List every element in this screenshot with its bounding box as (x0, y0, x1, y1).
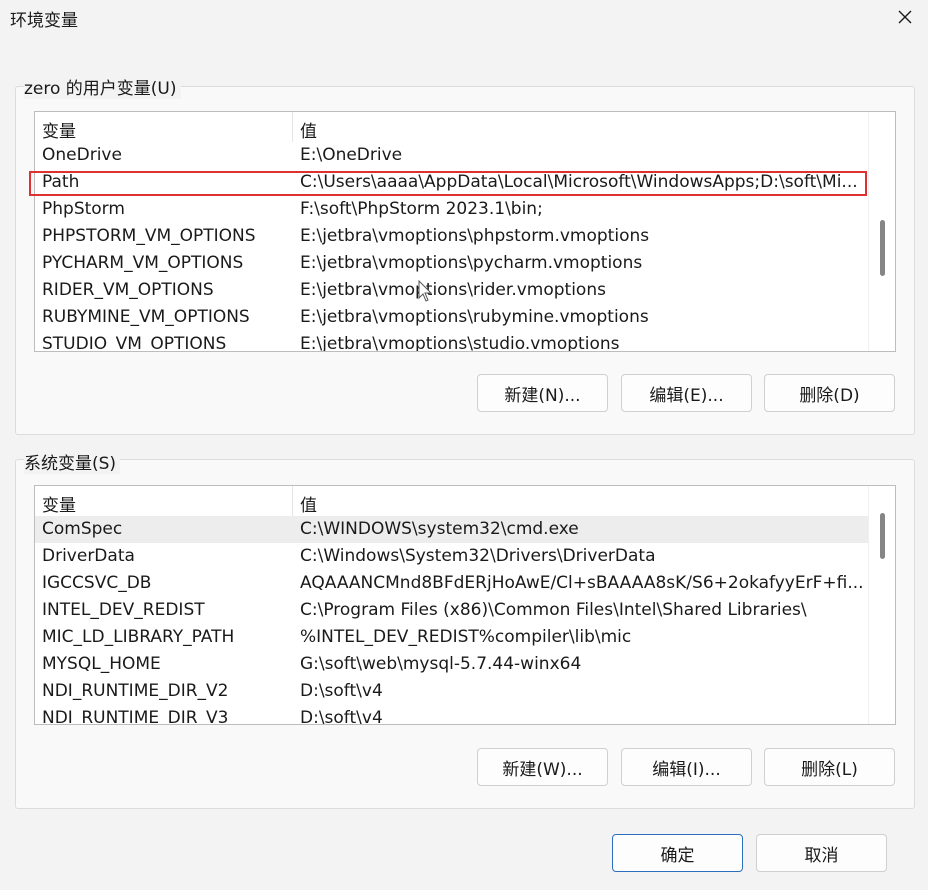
user-delete-button[interactable]: 删除(D) (764, 374, 895, 412)
vertical-scrollbar[interactable] (868, 486, 895, 724)
cancel-button[interactable]: 取消 (756, 834, 887, 872)
variable-name: PYCHARM_VM_OPTIONS (42, 253, 244, 273)
system-delete-button[interactable]: 删除(L) (764, 748, 895, 786)
table-row[interactable]: MYSQL_HOME G:\soft\web\mysql-5.7.44-winx… (35, 651, 869, 678)
column-divider[interactable] (292, 112, 293, 142)
variable-value: C:\Windows\System32\Drivers\DriverData (300, 546, 656, 566)
user-variables-label: zero 的用户变量(U) (24, 74, 181, 99)
column-header-value[interactable]: 值 (300, 491, 317, 516)
variable-value: G:\soft\web\mysql-5.7.44-winx64 (300, 654, 582, 674)
variable-value: E:\jetbra\vmoptions\rider.vmoptions (300, 280, 606, 300)
table-row[interactable]: PhpStorm F:\soft\PhpStorm 2023.1\bin; (35, 196, 869, 223)
variable-name: RIDER_VM_OPTIONS (42, 280, 214, 300)
table-row[interactable]: STUDIO_VM_OPTIONS E:\jetbra\vmoptions\st… (35, 331, 869, 352)
variable-value: E:\jetbra\vmoptions\rubymine.vmoptions (300, 307, 649, 327)
system-variables-list[interactable]: 变量 值 ComSpec C:\WINDOWS\system32\cmd.exe… (34, 485, 896, 725)
table-row[interactable]: PHPSTORM_VM_OPTIONS E:\jetbra\vmoptions\… (35, 223, 869, 250)
variable-name: NDI_RUNTIME_DIR_V2 (42, 681, 229, 701)
table-row-selected[interactable]: ComSpec C:\WINDOWS\system32\cmd.exe (35, 516, 869, 543)
close-icon (898, 10, 912, 24)
window-title: 环境变量 (10, 11, 78, 31)
table-row[interactable]: NDI_RUNTIME_DIR_V2 D:\soft\v4 (35, 678, 869, 705)
system-variables-rows: ComSpec C:\WINDOWS\system32\cmd.exe Driv… (35, 516, 869, 725)
variable-value: E:\jetbra\vmoptions\studio.vmoptions (300, 334, 620, 352)
variable-value: C:\WINDOWS\system32\cmd.exe (300, 519, 579, 539)
variable-value: F:\soft\PhpStorm 2023.1\bin; (300, 199, 543, 219)
list-header: 变量 值 (35, 112, 869, 142)
table-row[interactable]: RIDER_VM_OPTIONS E:\jetbra\vmoptions\rid… (35, 277, 869, 304)
column-header-value[interactable]: 值 (300, 117, 317, 142)
title-bar: 环境变量 (0, 0, 928, 36)
table-row-path[interactable]: Path C:\Users\aaaa\AppData\Local\Microso… (35, 169, 869, 196)
table-row[interactable]: OneDrive E:\OneDrive (35, 142, 869, 169)
variable-name: ComSpec (42, 519, 123, 539)
variable-name: IGCCSVC_DB (42, 573, 152, 593)
variable-name: DriverData (42, 546, 135, 566)
scrollbar-thumb[interactable] (880, 513, 885, 559)
table-row[interactable]: RUBYMINE_VM_OPTIONS E:\jetbra\vmoptions\… (35, 304, 869, 331)
variable-value: C:\Program Files (x86)\Common Files\Inte… (300, 600, 807, 620)
user-edit-button[interactable]: 编辑(E)... (621, 374, 752, 412)
table-row[interactable]: PYCHARM_VM_OPTIONS E:\jetbra\vmoptions\p… (35, 250, 869, 277)
table-row[interactable]: NDI_RUNTIME_DIR_V3 D:\soft\v4 (35, 705, 869, 725)
user-variables-list[interactable]: 变量 值 OneDrive E:\OneDrive Path C:\Users\… (34, 111, 896, 352)
system-new-button[interactable]: 新建(W)... (477, 748, 608, 786)
variable-name: Path (42, 172, 80, 192)
variable-name: PHPSTORM_VM_OPTIONS (42, 226, 256, 246)
variable-value: E:\OneDrive (300, 145, 403, 165)
list-header: 变量 值 (35, 486, 869, 516)
variable-name: MYSQL_HOME (42, 654, 161, 674)
variable-value: E:\jetbra\vmoptions\phpstorm.vmoptions (300, 226, 650, 246)
variable-name: NDI_RUNTIME_DIR_V3 (42, 708, 229, 725)
user-variables-rows: OneDrive E:\OneDrive Path C:\Users\aaaa\… (35, 142, 869, 352)
scrollbar-thumb[interactable] (880, 220, 885, 276)
ok-button[interactable]: 确定 (612, 834, 743, 872)
variable-name: MIC_LD_LIBRARY_PATH (42, 627, 235, 647)
column-header-variable[interactable]: 变量 (42, 491, 76, 516)
vertical-scrollbar[interactable] (868, 112, 895, 351)
close-button[interactable] (882, 0, 928, 34)
variable-name: STUDIO_VM_OPTIONS (42, 334, 227, 352)
system-variables-label: 系统变量(S) (24, 449, 121, 474)
system-edit-button[interactable]: 编辑(I)... (621, 748, 752, 786)
table-row[interactable]: INTEL_DEV_REDIST C:\Program Files (x86)\… (35, 597, 869, 624)
column-divider[interactable] (292, 486, 293, 516)
variable-name: INTEL_DEV_REDIST (42, 600, 205, 620)
variable-value: %INTEL_DEV_REDIST%compiler\lib\mic (300, 627, 632, 647)
table-row[interactable]: MIC_LD_LIBRARY_PATH %INTEL_DEV_REDIST%co… (35, 624, 869, 651)
variable-value: C:\Users\aaaa\AppData\Local\Microsoft\Wi… (300, 172, 858, 192)
variable-name: RUBYMINE_VM_OPTIONS (42, 307, 250, 327)
variable-value: E:\jetbra\vmoptions\pycharm.vmoptions (300, 253, 643, 273)
variable-value: AQAAANCMnd8BFdERjHoAwE/Cl+sBAAAA8sK/S6+2… (300, 573, 864, 593)
user-new-button[interactable]: 新建(N)... (477, 374, 608, 412)
variable-value: D:\soft\v4 (300, 708, 383, 725)
table-row[interactable]: IGCCSVC_DB AQAAANCMnd8BFdERjHoAwE/Cl+sBA… (35, 570, 869, 597)
variable-value: D:\soft\v4 (300, 681, 383, 701)
variable-name: PhpStorm (42, 199, 125, 219)
column-header-variable[interactable]: 变量 (42, 117, 76, 142)
variable-name: OneDrive (42, 145, 122, 165)
table-row[interactable]: DriverData C:\Windows\System32\Drivers\D… (35, 543, 869, 570)
